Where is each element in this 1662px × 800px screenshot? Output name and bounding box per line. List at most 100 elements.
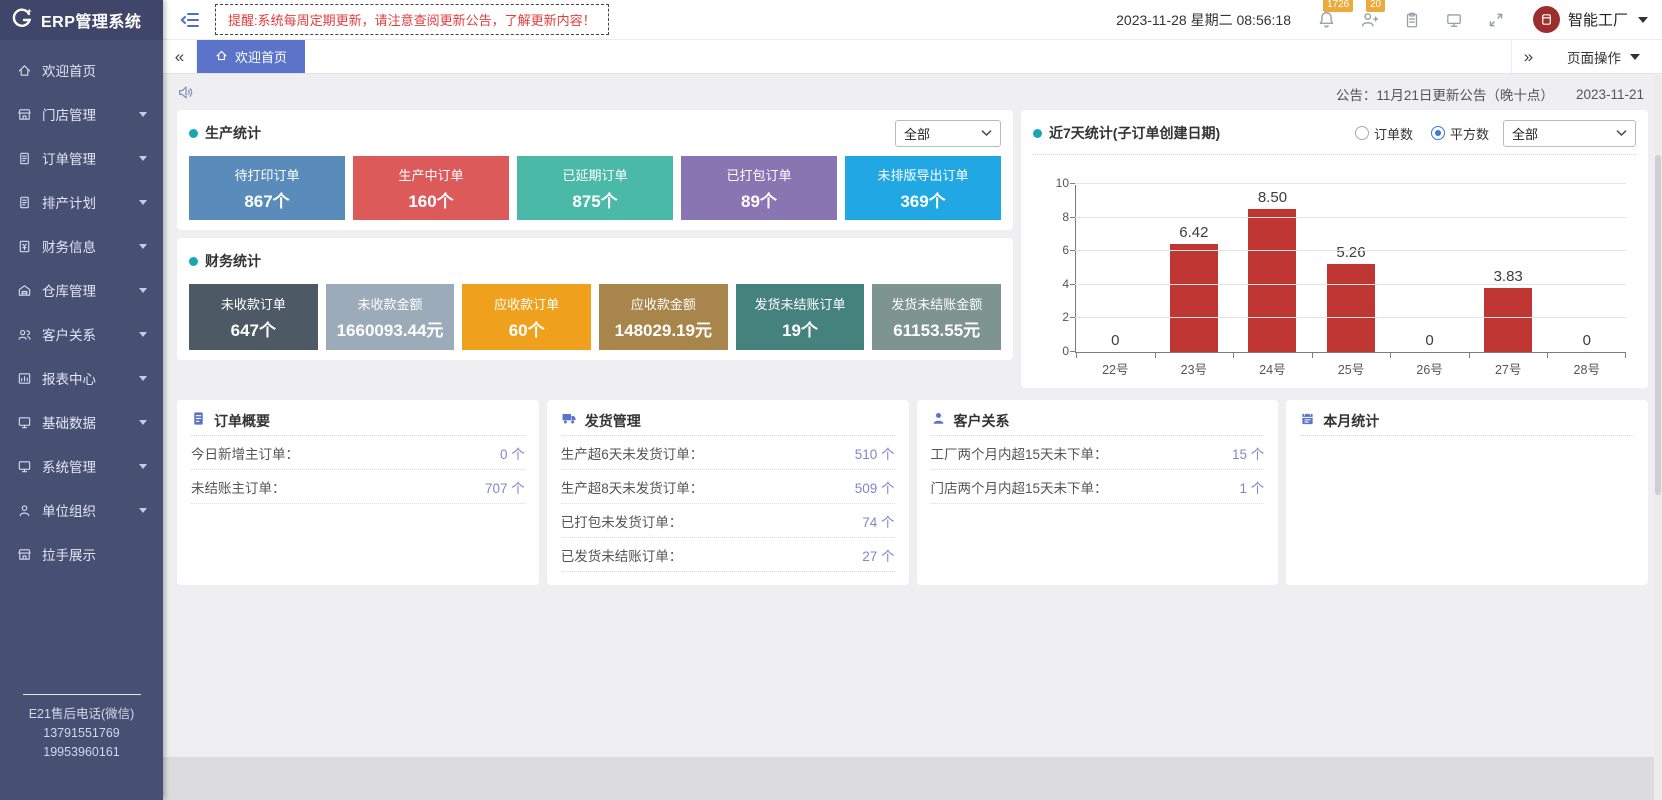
stat-card-in-production[interactable]: 生产中订单 160个: [353, 156, 509, 220]
tabs-scroll-left-button[interactable]: «: [163, 40, 197, 73]
stat-card-delayed[interactable]: 已延期订单 875个: [517, 156, 673, 220]
sidebar-item-scheduling[interactable]: 排产计划: [0, 180, 163, 224]
stat-card-packed[interactable]: 已打包订单 89个: [681, 156, 837, 220]
chevron-down-icon: [139, 464, 147, 469]
stat-card-receivable-amount[interactable]: 应收款金额 148029.19元: [599, 284, 728, 350]
x-tick-label: 27号: [1469, 353, 1548, 378]
sidebar: ERP管理系统 欢迎首页 门店管理 订单管理 排产计划: [0, 0, 163, 800]
finance-cards: 未收款订单 647个 未收款金额 1660093.44元 应收款订单 60个: [189, 284, 1001, 350]
chevron-down-icon: [1630, 54, 1640, 60]
x-tick-label: 23号: [1155, 353, 1234, 378]
bar-value-label: 8.50: [1258, 189, 1287, 206]
stat-card-unscheduled[interactable]: 未排版导出订单 369个: [845, 156, 1001, 220]
section-bullet-icon: [189, 257, 198, 266]
stat-card-receivable-orders[interactable]: 应收款订单 60个: [462, 284, 591, 350]
sidebar-item-label: 财务信息: [42, 236, 129, 256]
bar-value-label: 0: [1425, 332, 1433, 349]
speaker-icon[interactable]: [177, 84, 194, 104]
main-area: 提醒:系统每周定期更新，请注意查阅更新公告，了解更新内容！ 2023-11-28…: [163, 0, 1662, 800]
page-actions-label: 页面操作: [1567, 47, 1621, 67]
production-cards: 待打印订单 867个 生产中订单 160个 已延期订单 875个: [189, 156, 1001, 220]
summary-value[interactable]: 1 个: [1239, 477, 1264, 497]
stat-value: 61153.55元: [893, 316, 980, 341]
stat-value: 875个: [572, 187, 617, 212]
panel-title: 本月统计: [1323, 411, 1379, 431]
home-icon: [215, 49, 228, 65]
tabs-scroll-right-button[interactable]: »: [1511, 40, 1545, 73]
announcement-text[interactable]: 公告：11月21日更新公告（晚十点）: [1336, 84, 1554, 104]
summary-value[interactable]: 707 个: [485, 477, 525, 497]
summary-line: 工厂两个月内超15天未下单： 15 个: [931, 436, 1265, 470]
chart-bar: [1327, 264, 1375, 352]
header-icon-group: 1726 20: [1317, 10, 1505, 29]
stat-card-shipped-unsettled-amount[interactable]: 发货未结账金额 61153.55元: [872, 284, 1001, 350]
bar-slot: 0: [1076, 185, 1155, 352]
page-actions-menu[interactable]: 页面操作: [1545, 40, 1662, 73]
monitor-icon: [16, 414, 32, 430]
user-name: 智能工厂: [1568, 9, 1628, 30]
radio-square-meters[interactable]: 平方数: [1431, 124, 1489, 143]
sidebar-item-lashou[interactable]: 拉手展示: [0, 532, 163, 576]
scrollbar-thumb[interactable]: [1655, 155, 1661, 495]
sidebar-item-reports[interactable]: 报表中心: [0, 356, 163, 400]
stat-card-unpaid-amount[interactable]: 未收款金额 1660093.44元: [326, 284, 455, 350]
vertical-scrollbar[interactable]: [1654, 75, 1662, 800]
stat-value: 89个: [741, 187, 777, 212]
stat-card-shipped-unsettled-orders[interactable]: 发货未结账订单 19个: [736, 284, 865, 350]
fullscreen-icon[interactable]: [1487, 11, 1505, 29]
tab-home[interactable]: 欢迎首页: [197, 40, 305, 73]
top-header: 提醒:系统每周定期更新，请注意查阅更新公告，了解更新内容！ 2023-11-28…: [163, 0, 1662, 40]
chart-gridline: 0: [1075, 351, 1626, 352]
stat-label: 未收款金额: [358, 294, 423, 313]
summary-value[interactable]: 74 个: [862, 511, 894, 531]
monitor-icon: [16, 458, 32, 474]
sidebar-item-base-data[interactable]: 基础数据: [0, 400, 163, 444]
chart-header-divider: [1033, 154, 1636, 155]
display-icon[interactable]: [1445, 11, 1463, 29]
store-icon: [16, 546, 32, 562]
sidebar-item-label: 基础数据: [42, 412, 129, 432]
support-phone-1: 13791551769: [0, 724, 163, 743]
sidebar-collapse-icon[interactable]: [179, 10, 201, 30]
sidebar-item-warehouse[interactable]: 仓库管理: [0, 268, 163, 312]
production-filter-select[interactable]: 全部: [895, 120, 1001, 147]
sidebar-item-home[interactable]: 欢迎首页: [0, 48, 163, 92]
sidebar-item-label: 系统管理: [42, 456, 129, 476]
stat-card-unpaid-orders[interactable]: 未收款订单 647个: [189, 284, 318, 350]
sidebar-item-finance[interactable]: 财务信息: [0, 224, 163, 268]
radio-order-count[interactable]: 订单数: [1355, 124, 1413, 143]
sidebar-item-system[interactable]: 系统管理: [0, 444, 163, 488]
summary-value[interactable]: 0 个: [500, 443, 525, 463]
chart-gridline: 4: [1075, 284, 1626, 285]
stat-value: 148029.19元: [615, 316, 712, 341]
y-tick-label: 8: [1049, 210, 1069, 224]
document-icon: [191, 411, 206, 431]
x-tick-label: 24号: [1233, 353, 1312, 378]
summary-value[interactable]: 15 个: [1232, 443, 1264, 463]
user-notify-icon[interactable]: 20: [1360, 10, 1379, 29]
chevron-down-icon: [139, 112, 147, 117]
stat-card-to-print[interactable]: 待打印订单 867个: [189, 156, 345, 220]
user-menu[interactable]: 智能工厂: [1533, 6, 1648, 33]
sidebar-item-orders[interactable]: 订单管理: [0, 136, 163, 180]
summary-label: 工厂两个月内超15天未下单：: [931, 443, 1108, 463]
chart-filter-select[interactable]: 全部: [1503, 120, 1636, 147]
summary-label: 已发货未结账订单：: [561, 545, 683, 565]
summary-value[interactable]: 510 个: [855, 443, 895, 463]
truck-icon: [561, 410, 577, 431]
chart-metric-radios: 订单数 平方数: [1355, 124, 1489, 143]
summary-value[interactable]: 27 个: [862, 545, 894, 565]
summary-value[interactable]: 509 个: [855, 477, 895, 497]
sidebar-item-customers[interactable]: 客户关系: [0, 312, 163, 356]
sidebar-item-organization[interactable]: 单位组织: [0, 488, 163, 532]
x-axis: 22号23号24号25号26号27号28号: [1076, 353, 1626, 378]
section-bullet-icon: [189, 129, 198, 138]
chart-bar: [1170, 244, 1218, 352]
sidebar-item-stores[interactable]: 门店管理: [0, 92, 163, 136]
bell-icon[interactable]: 1726: [1317, 10, 1336, 29]
y-tick-label: 2: [1049, 310, 1069, 324]
chevron-down-icon: [1638, 17, 1648, 23]
clipboard-icon[interactable]: [1403, 11, 1421, 29]
summary-line: 今日新增主订单： 0 个: [191, 436, 525, 470]
stat-label: 生产中订单: [398, 165, 463, 184]
